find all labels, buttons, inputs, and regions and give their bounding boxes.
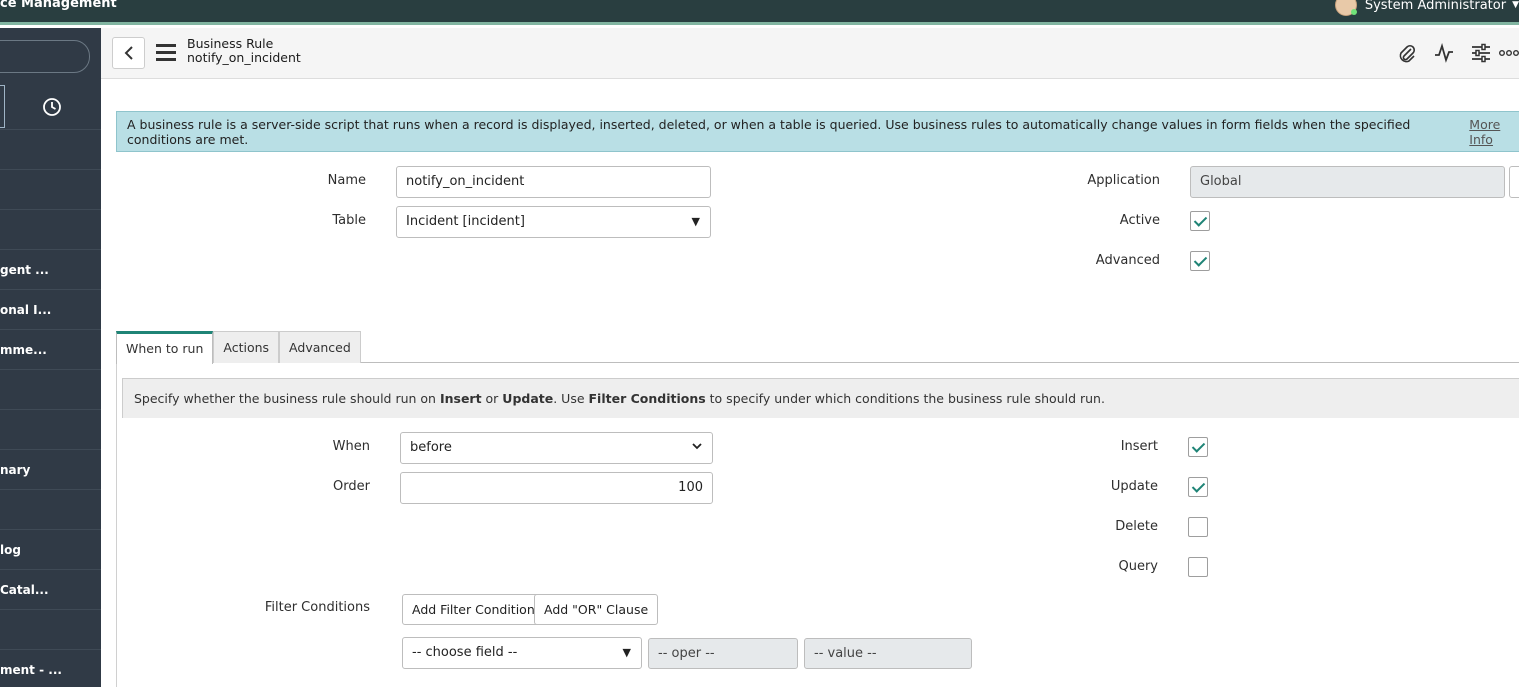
nav-item[interactable] xyxy=(0,609,101,649)
delete-label: Delete xyxy=(1115,519,1158,534)
nav-item[interactable]: log xyxy=(0,529,101,569)
when-value: before xyxy=(410,440,452,455)
business-rule-info-banner: A business rule is a server-side script … xyxy=(116,111,1519,152)
chevron-down-icon[interactable]: ▼ xyxy=(1512,0,1519,10)
paperclip-icon[interactable] xyxy=(1388,41,1425,65)
form-tabs: When to run Actions Advanced xyxy=(116,331,361,364)
update-label: Update xyxy=(1110,479,1158,494)
dropdown-arrow-icon: ▼ xyxy=(691,215,700,228)
operator-select[interactable]: -- oper -- xyxy=(648,638,798,669)
advanced-checkbox[interactable] xyxy=(1190,251,1210,271)
application-field: Global xyxy=(1190,166,1505,198)
more-info-link[interactable]: More Info xyxy=(1469,117,1519,147)
filter-conditions-label: Filter Conditions xyxy=(264,600,370,615)
application-label: Application xyxy=(1087,173,1160,188)
form-title: Business Rule notify_on_incident xyxy=(187,37,301,65)
query-checkbox[interactable] xyxy=(1188,557,1208,577)
record-name: notify_on_incident xyxy=(187,50,301,65)
add-filter-condition-button[interactable]: Add Filter Condition xyxy=(402,594,545,625)
nav-item[interactable]: onal I... xyxy=(0,289,101,329)
dropdown-arrow-icon: ▼ xyxy=(622,646,631,659)
tab-panel-border xyxy=(116,362,117,687)
hamburger-menu-icon[interactable] xyxy=(156,44,176,62)
query-label: Query xyxy=(1118,559,1158,574)
nav-item[interactable] xyxy=(0,169,101,209)
application-navigator: gent ... onal I... mme... nary log Catal… xyxy=(0,28,101,687)
name-label: Name xyxy=(327,173,366,188)
value-input[interactable]: -- value -- xyxy=(804,638,972,669)
order-label: Order xyxy=(333,479,370,494)
info-text: Specify whether the business rule should… xyxy=(134,390,1105,406)
application-lookup-button[interactable] xyxy=(1509,166,1519,198)
top-banner: ce Management System Administrator ▼ xyxy=(0,0,1519,25)
nav-item[interactable] xyxy=(0,409,101,449)
nav-item[interactable]: Catal... xyxy=(0,569,101,609)
nav-item[interactable] xyxy=(0,369,101,409)
advanced-label: Advanced xyxy=(1095,253,1160,268)
navigator-filter-input[interactable] xyxy=(0,40,90,73)
active-checkbox[interactable] xyxy=(1190,211,1210,231)
table-value: Incident [incident] xyxy=(406,214,525,229)
navigator-module-list: gent ... onal I... mme... nary log Catal… xyxy=(0,129,101,687)
tab-actions[interactable]: Actions xyxy=(213,331,280,363)
nav-item[interactable] xyxy=(0,489,101,529)
nav-item[interactable]: gent ... xyxy=(0,249,101,289)
history-clock-icon[interactable] xyxy=(38,85,66,128)
back-button[interactable] xyxy=(112,37,145,69)
tab-when-to-run[interactable]: When to run xyxy=(116,331,214,364)
header-actions xyxy=(1388,41,1519,65)
nav-item[interactable]: nary xyxy=(0,449,101,489)
more-options-icon[interactable] xyxy=(1499,41,1519,65)
activity-pulse-icon[interactable] xyxy=(1425,41,1462,65)
choose-field-value: -- choose field -- xyxy=(412,645,518,660)
info-text: A business rule is a server-side script … xyxy=(127,116,1411,147)
chevron-down-icon xyxy=(692,433,702,463)
insert-checkbox[interactable] xyxy=(1188,437,1208,457)
active-label: Active xyxy=(1119,213,1160,228)
brand-title[interactable]: ce Management xyxy=(0,0,117,11)
record-type: Business Rule xyxy=(187,36,274,51)
nav-item[interactable] xyxy=(0,129,101,169)
user-name[interactable]: System Administrator xyxy=(1365,0,1506,13)
insert-label: Insert xyxy=(1120,439,1158,454)
when-label: When xyxy=(332,439,370,454)
nav-item[interactable]: mme... xyxy=(0,329,101,369)
delete-checkbox[interactable] xyxy=(1188,517,1208,537)
sliders-settings-icon[interactable] xyxy=(1462,41,1499,65)
add-or-clause-button[interactable]: Add "OR" Clause xyxy=(534,594,659,625)
choose-field-select[interactable]: -- choose field -- ▼ xyxy=(402,637,642,669)
nav-item[interactable] xyxy=(0,209,101,249)
user-menu[interactable]: System Administrator ▼ xyxy=(1334,0,1519,16)
when-to-run-info-banner: Specify whether the business rule should… xyxy=(122,378,1519,418)
tab-all-applications[interactable] xyxy=(0,85,5,128)
user-avatar[interactable] xyxy=(1334,0,1357,16)
tab-advanced[interactable]: Advanced xyxy=(279,331,361,363)
update-checkbox[interactable] xyxy=(1188,477,1208,497)
form-header: Business Rule notify_on_incident xyxy=(101,28,1519,79)
chevron-left-icon xyxy=(124,46,133,60)
nav-item[interactable]: ment - ... xyxy=(0,649,101,687)
table-label: Table xyxy=(332,213,366,228)
order-input[interactable]: 100 xyxy=(400,472,713,504)
name-input[interactable]: notify_on_incident xyxy=(396,166,711,198)
when-select[interactable]: before xyxy=(400,432,713,464)
table-select[interactable]: Incident [incident] ▼ xyxy=(396,206,711,238)
presence-dot xyxy=(1350,9,1357,15)
